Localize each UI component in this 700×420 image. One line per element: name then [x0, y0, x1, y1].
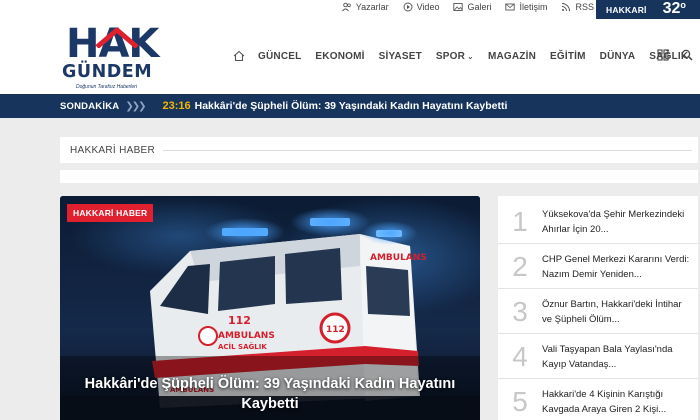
list-item[interactable]: 3 Öznur Bartın, Hakkari'deki İntihar ve … [498, 290, 698, 334]
list-item[interactable]: 2 CHP Genel Merkezi Kararını Verdi: Nazı… [498, 245, 698, 289]
mail-icon [505, 3, 516, 10]
weather-temp-value: 32 [662, 0, 681, 17]
top-link-label: RSS [575, 1, 594, 12]
nav-item-label: SPOR [435, 50, 466, 62]
breaking-label: SONDAKİKA [60, 100, 120, 112]
breaking-news-bar: SONDAKİKA ❯❯❯ 23:16 Hakkâri'de Şüpheli Ö… [0, 94, 700, 118]
chevrons-right-icon: ❯❯❯ [125, 100, 146, 112]
list-item-rank: 5 [512, 386, 528, 417]
section-header: HAKKARİ HABER [60, 137, 698, 163]
rss-icon [562, 2, 571, 11]
site-logo[interactable]: HAK GÜNDEM Doğunun Tarafsız Haberleri [62, 24, 182, 90]
ambulance-side-number: 112 [228, 314, 251, 327]
top-link-label: Yazarlar [355, 1, 389, 12]
list-item-title: Hakkari'de 4 Kişinin Karıştığı Kavgada A… [542, 389, 667, 415]
top-link-galeri[interactable]: Galeri [453, 2, 491, 12]
nav-item-guncel[interactable]: GÜNCEL [258, 51, 301, 62]
nav-item-ekonomi[interactable]: EKONOMİ [315, 51, 364, 62]
top-link-iletisim[interactable]: İletişim [505, 2, 547, 12]
logo-gundem: GÜNDEM [62, 62, 153, 82]
grid-menu-icon[interactable] [656, 48, 670, 62]
ambulance-front-text: AMBULANS [370, 253, 427, 263]
logo-roof-icon [95, 28, 139, 48]
list-item-rank: 1 [512, 205, 528, 237]
top-link-yazarlar[interactable]: Yazarlar [341, 1, 389, 12]
list-item-title: Vali Taşyapan Bala Yaylası'nda Kayıp Vat… [542, 343, 673, 370]
weather-temp: 32o [663, 0, 686, 18]
logo-slogan: Doğunun Tarafsız Haberleri [76, 84, 137, 90]
list-item[interactable]: 5 Hakkari'de 4 Kişinin Karıştığı Kavgada… [498, 380, 698, 420]
weather-widget[interactable]: HAKKARİ 32o [596, 0, 700, 19]
list-item[interactable]: 1 Yüksekova'da Şehir Merkezindeki Ahırla… [498, 200, 698, 244]
home-icon[interactable] [230, 48, 248, 64]
list-item-title: CHP Genel Merkezi Kararını Verdi: Nazım … [542, 253, 690, 280]
list-item[interactable]: 4 Vali Taşyapan Bala Yaylası'nda Kayıp V… [498, 335, 698, 379]
top-link-label: İletişim [519, 1, 548, 12]
search-icon[interactable] [680, 48, 694, 62]
top-links: Yazarlar Video Galeri İletişim RSS [341, 0, 594, 13]
ambulance-rear-number: 112 [326, 325, 345, 335]
category-badge[interactable]: HAKKARİ HABER [67, 204, 154, 222]
main-nav: GÜNCEL EKONOMİ SİYASET SPOR ⌄ MAGAZİN EĞİ… [230, 46, 700, 66]
nav-item-egitim[interactable]: EĞİTİM [550, 51, 586, 62]
weather-degree: o [680, 0, 686, 10]
ambulance-side-line1: AMBULANS [218, 331, 275, 341]
top-link-label: Video [416, 1, 440, 12]
nav-item-siyaset[interactable]: SİYASET [379, 51, 422, 62]
section-title: HAKKARİ HABER [70, 144, 156, 156]
weather-city: HAKKARİ [606, 4, 647, 15]
top-bar: Yazarlar Video Galeri İletişim RSS HAKKA… [0, 0, 700, 19]
nav-item-magazin[interactable]: MAGAZİN [488, 51, 536, 62]
header-tools [656, 48, 694, 62]
nav-item-dunya[interactable]: DÜNYA [600, 51, 636, 62]
featured-title[interactable]: Hakkâri'de Şüpheli Ölüm: 39 Yaşındaki Ka… [80, 374, 460, 414]
breaking-time: 23:16 [162, 100, 191, 112]
site-header: HAK GÜNDEM Doğunun Tarafsız Haberleri GÜ… [0, 19, 700, 94]
list-item-rank: 3 [512, 295, 528, 327]
nav-item-spor[interactable]: SPOR ⌄ [436, 51, 474, 62]
top-link-video[interactable]: Video [403, 1, 440, 12]
list-item-rank: 4 [512, 340, 528, 372]
play-icon [403, 2, 413, 11]
featured-story[interactable]: AMBULANS 112 AMBULANS ACİL SAĞLIK AMBULA… [60, 196, 480, 420]
list-item-title: Öznur Bartın, Hakkari'deki İntihar ve Şü… [542, 298, 682, 325]
section-divider [163, 149, 692, 151]
breaking-headline-link[interactable]: Hakkâri'de Şüpheli Ölüm: 39 Yaşındaki Ka… [195, 100, 508, 112]
image-icon [453, 2, 464, 11]
chevron-down-icon: ⌄ [467, 51, 474, 61]
popular-news-list: 1 Yüksekova'da Şehir Merkezindeki Ahırla… [498, 196, 698, 420]
ambulance-side-line2: ACİL SAĞLIK [218, 342, 267, 351]
top-link-label: Galeri [467, 1, 492, 12]
list-item-rank: 2 [512, 250, 528, 282]
top-link-rss[interactable]: RSS [561, 2, 594, 12]
list-item-title: Yüksekova'da Şehir Merkezindeki Ahırlar … [542, 208, 685, 235]
users-icon [341, 2, 351, 11]
section-strip [60, 170, 698, 183]
